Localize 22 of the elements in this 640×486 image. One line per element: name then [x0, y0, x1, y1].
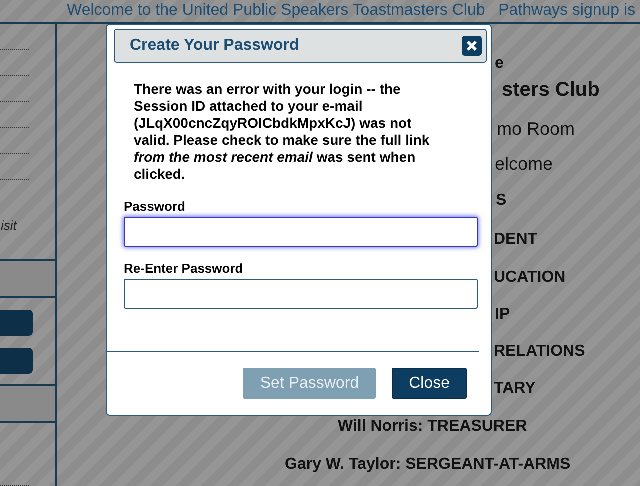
password-field[interactable] — [124, 279, 478, 309]
officer-text: Gary W. Taylor: SERGEANT-AT-ARMS — [285, 456, 571, 474]
content-text: IP — [495, 306, 510, 324]
content-text: mo Room — [497, 119, 576, 140]
content-text: DENT — [494, 231, 538, 249]
officer-text: Will Norris: TREASURER — [338, 418, 528, 436]
field-label: Re-Enter Password — [124, 261, 244, 276]
content-text: e — [495, 55, 504, 73]
content-text: TARY — [494, 380, 536, 398]
content-text: sters Club — [502, 79, 600, 102]
dialog-title: Create Your Password — [130, 37, 300, 55]
content-text: RELATIONS — [494, 343, 586, 361]
close-button[interactable]: Close — [392, 368, 467, 399]
welcome-text: Welcome to the United Public Speakers Toastmasters Club Pathways signup is — [67, 2, 636, 20]
content-text: S — [496, 192, 507, 210]
field-label: Password — [124, 199, 186, 214]
error-message: There was an error with your login -- the Session ID attached to your e-mail (JLqX00cncZqyROICbdkMpxKcJ) was not valid. Please check to make sure the full link from the most recent email was sent when clicked. — [134, 81, 431, 183]
password-field[interactable] — [124, 217, 478, 247]
content-text: elcome — [495, 154, 554, 175]
sidebar-note: isit — [1, 218, 18, 233]
content-text: UCATION — [494, 269, 566, 287]
close-icon[interactable] — [462, 36, 482, 56]
